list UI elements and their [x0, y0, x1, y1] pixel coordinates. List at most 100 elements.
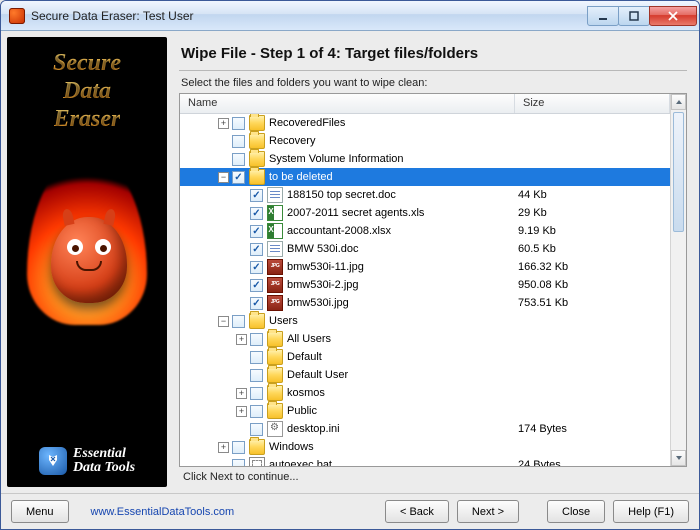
tree-row[interactable]: Default	[180, 348, 670, 366]
tree-row[interactable]: +All Users	[180, 330, 670, 348]
xls-icon	[267, 223, 283, 239]
checkbox[interactable]	[250, 297, 263, 310]
scroll-up-button[interactable]	[671, 94, 686, 110]
checkbox[interactable]	[250, 387, 263, 400]
tree-row[interactable]: +RecoveredFiles	[180, 114, 670, 132]
app-window: Secure Data Eraser: Test User Secure Dat…	[0, 0, 700, 530]
minimize-button[interactable]	[587, 6, 619, 26]
checkbox[interactable]	[250, 189, 263, 202]
tree-row[interactable]: − Users	[180, 312, 670, 330]
tree-row[interactable]: autoexec.bat24 Bytes	[180, 456, 670, 466]
checkbox[interactable]	[250, 261, 263, 274]
main-panel: Wipe File - Step 1 of 4: Target files/fo…	[173, 37, 693, 487]
checkbox[interactable]	[250, 351, 263, 364]
item-label: to be deleted	[269, 171, 333, 183]
tree-row[interactable]: − to be deleted	[180, 168, 670, 186]
vertical-scrollbar[interactable]	[670, 94, 686, 466]
vendor-link[interactable]: www.EssentialDataTools.com	[91, 506, 235, 518]
item-size: 753.51 Kb	[518, 297, 568, 309]
xls-icon	[267, 205, 283, 221]
maximize-button[interactable]	[618, 6, 650, 26]
tree-row[interactable]: 2007-2011 secret agents.xls29 Kb	[180, 204, 670, 222]
expander-icon[interactable]: −	[218, 172, 229, 183]
tree-row[interactable]: desktop.ini174 Bytes	[180, 420, 670, 438]
item-label: BMW 530i.doc	[287, 243, 359, 255]
checkbox[interactable]	[250, 243, 263, 256]
folder-icon	[267, 403, 283, 419]
checkbox[interactable]	[232, 135, 245, 148]
checkbox[interactable]	[250, 279, 263, 292]
checkbox[interactable]	[250, 405, 263, 418]
checkbox[interactable]	[232, 441, 245, 454]
menu-button[interactable]: Menu	[11, 500, 69, 523]
checkbox[interactable]	[250, 333, 263, 346]
help-button[interactable]: Help (F1)	[613, 500, 689, 523]
checkbox[interactable]	[250, 207, 263, 220]
folder-icon	[249, 115, 265, 131]
window-title: Secure Data Eraser: Test User	[31, 9, 588, 23]
tree-row[interactable]: +kosmos	[180, 384, 670, 402]
expander-icon[interactable]: +	[236, 406, 247, 417]
tree-row[interactable]: bmw530i.jpg753.51 Kb	[180, 294, 670, 312]
item-label: bmw530i-11.jpg	[287, 261, 364, 273]
item-size: 29 Kb	[518, 207, 547, 219]
folder-icon	[267, 349, 283, 365]
tree-row[interactable]: + Windows	[180, 438, 670, 456]
expander-icon[interactable]: +	[218, 442, 229, 453]
tree-row[interactable]: + Public	[180, 402, 670, 420]
folder-icon	[267, 367, 283, 383]
checkbox[interactable]	[250, 369, 263, 382]
expander-icon[interactable]: −	[218, 316, 229, 327]
tree-row[interactable]: accountant-2008.xlsx9.19 Kb	[180, 222, 670, 240]
app-icon	[9, 8, 25, 24]
tree-row[interactable]: System Volume Information	[180, 150, 670, 168]
checkbox[interactable]	[250, 423, 263, 436]
tree-row[interactable]: 188150 top secret.doc44 Kb	[180, 186, 670, 204]
item-label: Users	[269, 315, 298, 327]
scroll-thumb[interactable]	[673, 112, 684, 232]
vendor-line2: Data Tools	[73, 461, 135, 475]
expander-icon[interactable]: +	[236, 388, 247, 399]
tree-row[interactable]: bmw530i-2.jpg950.08 Kb	[180, 276, 670, 294]
tree-row[interactable]: Default User	[180, 366, 670, 384]
next-button[interactable]: Next >	[457, 500, 519, 523]
tree-header[interactable]: Name Size	[180, 94, 670, 114]
step-title: Wipe File - Step 1 of 4: Target files/fo…	[181, 45, 687, 62]
checkbox[interactable]	[250, 225, 263, 238]
instruction-text: Select the files and folders you want to…	[181, 77, 687, 89]
expander-icon[interactable]: +	[218, 118, 229, 129]
expander-icon[interactable]: +	[236, 334, 247, 345]
back-button[interactable]: < Back	[385, 500, 449, 523]
item-size: 60.5 Kb	[518, 243, 556, 255]
folder-icon	[249, 151, 265, 167]
item-label: autoexec.bat	[269, 459, 332, 466]
tree-row[interactable]: BMW 530i.doc 60.5 Kb	[180, 240, 670, 258]
close-window-button[interactable]: Close	[547, 500, 605, 523]
item-label: 188150 top secret.doc	[287, 189, 396, 201]
item-label: Public	[287, 405, 317, 417]
jpg-icon	[267, 277, 283, 293]
checkbox[interactable]	[232, 459, 245, 467]
checkbox[interactable]	[232, 315, 245, 328]
tree-row[interactable]: Recovery	[180, 132, 670, 150]
column-size[interactable]: Size	[515, 94, 670, 113]
jpg-icon	[267, 295, 283, 311]
divider	[179, 70, 687, 71]
tree-row[interactable]: bmw530i-11.jpg166.32 Kb	[180, 258, 670, 276]
file-tree[interactable]: Name Size +RecoveredFilesRecoverySystem …	[179, 93, 687, 467]
checkbox[interactable]	[232, 117, 245, 130]
doc-icon	[267, 241, 283, 257]
column-name[interactable]: Name	[180, 94, 515, 113]
hint-text: Click Next to continue...	[183, 471, 687, 483]
titlebar[interactable]: Secure Data Eraser: Test User	[1, 1, 699, 31]
close-button[interactable]	[649, 6, 697, 26]
product-logo-line2: Data	[63, 79, 111, 103]
checkbox[interactable]	[232, 153, 245, 166]
scroll-down-button[interactable]	[671, 450, 686, 466]
product-logo-line1: Secure	[53, 51, 121, 75]
item-size: 174 Bytes	[518, 423, 567, 435]
tree-body[interactable]: +RecoveredFilesRecoverySystem Volume Inf…	[180, 114, 670, 466]
scroll-track[interactable]	[671, 110, 686, 450]
item-label: Windows	[269, 441, 314, 453]
checkbox[interactable]	[232, 171, 245, 184]
